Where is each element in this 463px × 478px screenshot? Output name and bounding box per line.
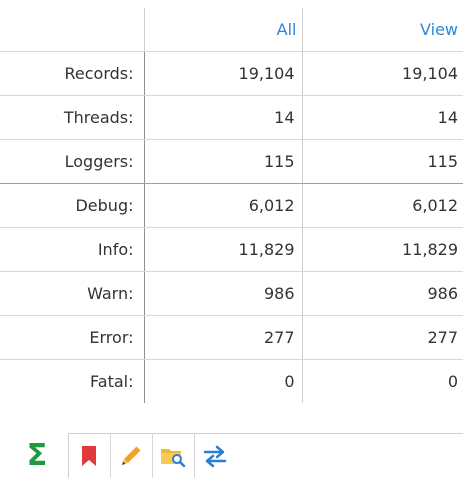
sigma-icon: Σ: [26, 437, 48, 473]
statistics-table: All View Records: 19,104 19,104 Threads:…: [0, 8, 463, 403]
all-value: 19,104: [144, 51, 303, 96]
table-row: Warn: 986 986: [0, 271, 463, 316]
table-row: Records: 19,104 19,104: [0, 51, 463, 96]
view-value: 0: [447, 372, 458, 391]
table-row: Loggers: 115 115: [0, 139, 463, 184]
row-label: Fatal:: [0, 359, 145, 403]
column-header-view[interactable]: View: [301, 8, 463, 52]
table-row: Debug: 6,012 6,012: [0, 183, 463, 228]
view-value: 19,104: [302, 51, 463, 96]
view-value: 6,012: [302, 183, 463, 228]
statistics-panel: All View Records: 19,104 19,104 Threads:…: [0, 0, 463, 403]
row-label: Records:: [0, 51, 145, 96]
tab-bookmarks[interactable]: [68, 433, 111, 478]
table-row: Error: 277 277: [0, 315, 463, 360]
all-value: 6,012: [144, 183, 303, 228]
tab-search-files[interactable]: [152, 433, 195, 478]
view-value: 14: [302, 95, 463, 140]
view-value: 11,829: [302, 227, 463, 272]
row-label: Warn:: [0, 271, 145, 316]
tab-edit[interactable]: [110, 433, 153, 478]
label-column-header: [0, 8, 144, 52]
tab-statistics[interactable]: Σ: [6, 433, 69, 478]
tab-sync[interactable]: [194, 433, 236, 478]
swap-arrows-icon: [203, 445, 227, 467]
row-label: Threads:: [0, 95, 145, 140]
all-value: 11,829: [144, 227, 303, 272]
all-value: 986: [144, 271, 303, 316]
all-value: 115: [144, 139, 303, 184]
view-value: 277: [302, 315, 463, 360]
table-row: Info: 11,829 11,829: [0, 227, 463, 272]
all-value: 0: [144, 359, 303, 403]
all-value: 14: [144, 95, 303, 140]
pencil-icon: [122, 446, 141, 465]
table-header-row: All View: [0, 8, 463, 52]
row-label: Debug:: [0, 183, 145, 228]
table-row: Threads: 14 14: [0, 95, 463, 140]
row-label: Error:: [0, 315, 145, 360]
row-label: Loggers:: [0, 139, 145, 184]
folder-search-icon: [161, 448, 186, 467]
all-value: 277: [144, 315, 303, 360]
table-row: Fatal: 0 0: [0, 359, 463, 403]
view-value: 115: [302, 139, 463, 184]
view-value: 986: [302, 271, 463, 316]
bookmark-icon: [82, 445, 96, 466]
column-header-all[interactable]: All: [143, 8, 302, 52]
row-label: Info:: [0, 227, 145, 272]
bottom-tab-bar: Σ: [0, 433, 463, 478]
